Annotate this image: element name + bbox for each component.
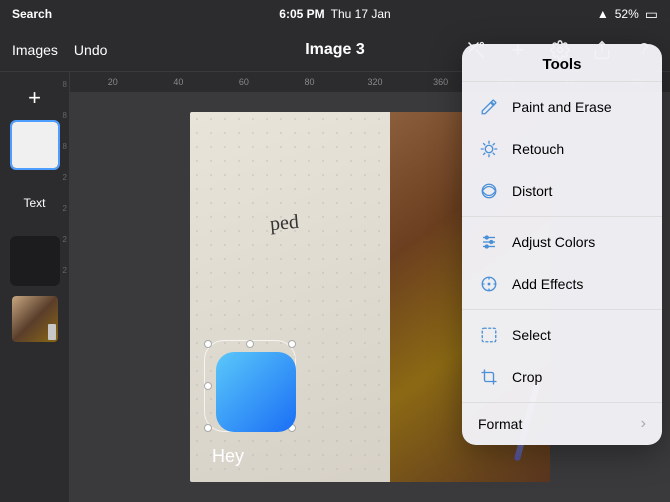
handwriting-text: ped [269,211,300,236]
add-layer-button[interactable]: + [17,80,53,116]
adjust-colors-item[interactable]: Adjust Colors [462,221,662,263]
distort-label: Distort [512,183,552,199]
tools-popup: Tools Paint and Erase Retouch [462,44,662,445]
crop-label: Crop [512,369,542,385]
tools-header: Tools [462,44,662,82]
status-left: Search [12,7,52,21]
handle-tm[interactable] [246,340,254,348]
add-effects-label: Add Effects [512,276,583,292]
battery-percent: 52% [615,7,639,21]
crop-item[interactable]: Crop [462,356,662,398]
page-title: Image 3 [227,41,442,59]
thumbnail-1-img [10,120,60,170]
text-layer-img: Text [10,178,60,228]
thumbnail-3-img [10,236,60,286]
handle-tl[interactable] [204,340,212,348]
status-right: ▲ 52% ▭ [597,6,658,23]
distort-item[interactable]: Distort [462,170,662,212]
select-label: Select [512,327,551,343]
text-layer-label: Text [23,196,45,210]
thumbnail-1[interactable] [10,120,60,170]
text-layer-item[interactable]: Text [10,178,60,228]
adjust-colors-icon [478,231,500,253]
format-label: Format [478,416,641,432]
left-sidebar: + Text 8 8 8 2 2 2 2 [0,72,70,502]
retouch-icon [478,138,500,160]
thumb-photo-bg [12,296,58,342]
select-item[interactable]: Select [462,314,662,356]
blue-square [216,352,296,432]
distort-icon [478,180,500,202]
adjust-colors-label: Adjust Colors [512,234,595,250]
tools-section-2: Adjust Colors Add Effects [462,217,662,310]
format-item[interactable]: Format › [462,403,662,445]
search-label: Search [12,7,52,21]
sidebar-ruler: 8 8 8 2 2 2 2 [63,80,69,275]
paint-erase-icon [478,96,500,118]
handle-ml[interactable] [204,382,212,390]
select-icon [478,324,500,346]
tools-section-3: Select Crop [462,310,662,403]
date-display: Thu 17 Jan [331,7,391,21]
toolbar-left: Images Undo [12,42,227,58]
blue-square-container[interactable] [210,346,296,432]
battery-icon: ▭ [645,6,658,23]
add-effects-item[interactable]: Add Effects [462,263,662,305]
tools-section-1: Paint and Erase Retouch Distort [462,82,662,217]
paint-erase-item[interactable]: Paint and Erase [462,86,662,128]
format-chevron-icon: › [641,415,646,433]
wifi-icon: ▲ [597,7,609,21]
thumbnail-3[interactable] [10,236,60,286]
hey-text: Hey [212,446,244,467]
paint-erase-label: Paint and Erase [512,99,612,115]
thumbnail-4[interactable] [10,294,60,344]
thumb-white-bg [12,122,58,168]
time-display: 6:05 PM [279,7,324,21]
handle-bl[interactable] [204,424,212,432]
handle-tr[interactable] [288,340,296,348]
retouch-item[interactable]: Retouch [462,128,662,170]
images-button[interactable]: Images [12,42,58,58]
status-bar: Search 6:05 PM Thu 17 Jan ▲ 52% ▭ [0,0,670,28]
add-effects-icon [478,273,500,295]
crop-icon [478,366,500,388]
undo-button[interactable]: Undo [74,42,107,58]
retouch-label: Retouch [512,141,564,157]
thumbnail-4-img [10,294,60,344]
